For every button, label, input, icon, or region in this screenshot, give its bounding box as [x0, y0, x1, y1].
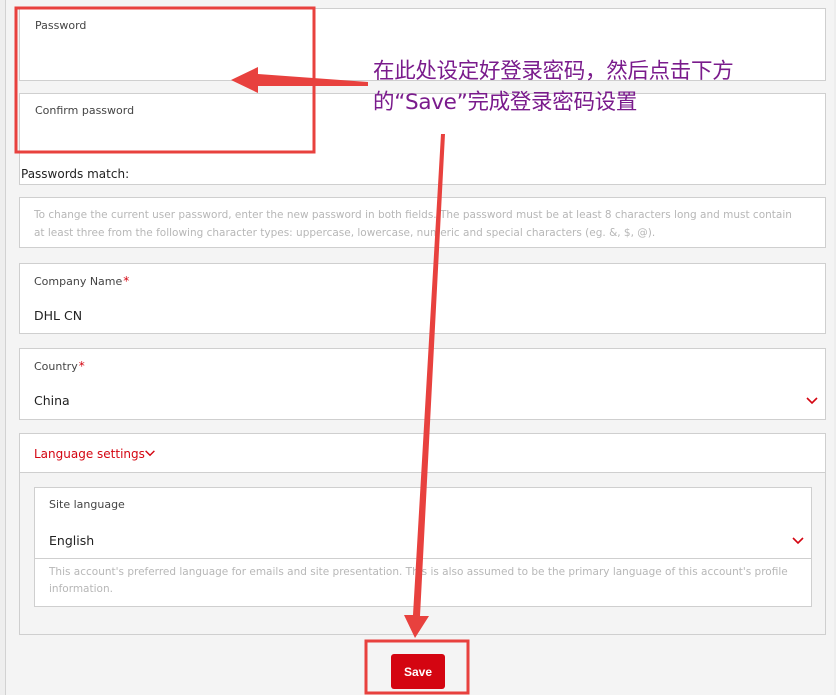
chevron-down-icon[interactable] [806, 397, 818, 405]
country-select[interactable]: Country* China [19, 348, 826, 420]
site-language-select[interactable]: Site language English [34, 487, 812, 559]
required-mark: * [123, 274, 130, 288]
required-mark: * [78, 359, 85, 373]
country-value: China [34, 393, 70, 408]
confirm-password-input[interactable] [34, 124, 808, 148]
password-help-box: To change the current user password, ent… [19, 197, 826, 248]
chevron-down-icon[interactable] [792, 537, 804, 545]
country-label-text: Country [34, 360, 78, 373]
password-help-text: To change the current user password, ent… [34, 209, 792, 239]
save-button[interactable]: Save [391, 654, 445, 689]
confirm-password-label: Confirm password [35, 104, 135, 117]
country-label: Country* [34, 359, 85, 373]
site-language-help-box: This account's preferred language for em… [34, 558, 812, 607]
annotation-text: 在此处设定好登录密码，然后点击下方的“Save”完成登录密码设置 [373, 59, 734, 115]
chevron-down-icon[interactable] [144, 450, 156, 457]
language-settings-header[interactable]: Language settings [20, 434, 825, 473]
company-name-label-text: Company Name [34, 275, 123, 288]
password-label: Password [35, 19, 87, 32]
passwords-match-label: Passwords match: [21, 167, 130, 181]
site-language-label: Site language [49, 498, 125, 511]
site-language-value: English [49, 533, 95, 548]
language-settings-label[interactable]: Language settings [34, 447, 145, 461]
site-language-help-text: This account's preferred language for em… [49, 566, 788, 595]
language-settings-section: Language settings Site language English … [19, 433, 826, 635]
company-name-field[interactable]: Company Name* DHL CN [19, 263, 826, 334]
company-name-label: Company Name* [34, 274, 129, 288]
company-name-value[interactable]: DHL CN [34, 308, 82, 323]
